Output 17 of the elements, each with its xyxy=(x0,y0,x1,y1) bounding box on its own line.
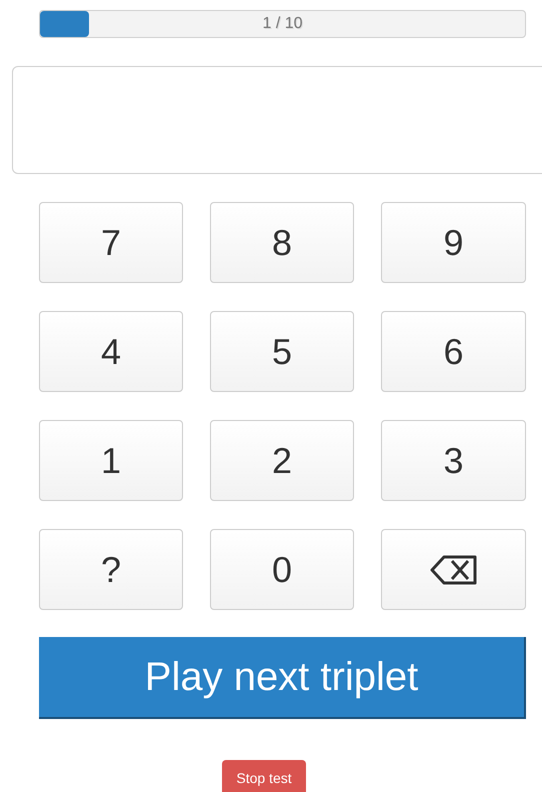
keypad-key[interactable]: 1 xyxy=(39,420,183,501)
keypad-key[interactable]: 3 xyxy=(381,420,526,501)
progress-label: 1 / 10 xyxy=(262,15,303,33)
backspace-key[interactable] xyxy=(381,529,526,610)
play-button[interactable]: Play next triplet xyxy=(39,637,526,719)
keypad-key[interactable]: 9 xyxy=(381,202,526,283)
keypad-key[interactable]: 2 xyxy=(210,420,354,501)
stop-button[interactable]: Stop test xyxy=(222,760,306,792)
keypad-key[interactable]: 6 xyxy=(381,311,526,392)
keypad-key[interactable]: 8 xyxy=(210,202,354,283)
keypad-key[interactable]: 4 xyxy=(39,311,183,392)
answer-field[interactable] xyxy=(12,66,542,174)
keypad-key[interactable]: 7 xyxy=(39,202,183,283)
keypad-key[interactable]: 0 xyxy=(210,529,354,610)
backspace-icon xyxy=(430,554,478,586)
keypad-key[interactable]: ? xyxy=(39,529,183,610)
keypad-key[interactable]: 5 xyxy=(210,311,354,392)
